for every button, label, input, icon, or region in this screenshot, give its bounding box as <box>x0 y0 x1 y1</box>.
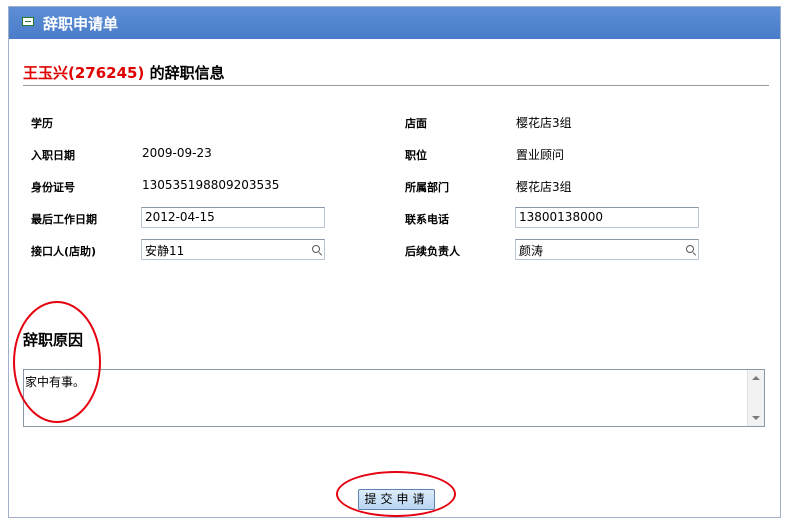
phone-input-value: 13800138000 <box>519 210 603 224</box>
search-icon[interactable] <box>312 245 320 253</box>
education-label: 学历 <box>31 117 53 130</box>
section-header: 王玉兴(276245) 的辞职信息 <box>23 62 769 86</box>
position-label: 职位 <box>405 149 427 162</box>
resignation-window: 辞职申请单 王玉兴(276245) 的辞职信息 学历 店面 樱花店3组 入职日期… <box>8 6 781 518</box>
window-icon <box>22 17 34 26</box>
employee-name: 王玉兴(276245) <box>23 64 145 82</box>
id-number-label: 身份证号 <box>31 181 75 194</box>
join-date-value: 2009-09-23 <box>142 146 212 160</box>
join-date-label: 入职日期 <box>31 149 75 162</box>
textarea-scrollbar[interactable] <box>747 370 764 426</box>
title-bar: 辞职申请单 <box>9 7 780 39</box>
last-work-date-label: 最后工作日期 <box>31 213 97 226</box>
department-value: 樱花店3组 <box>516 180 572 194</box>
id-number-value: 130535198809203535 <box>142 178 280 192</box>
section-header-suffix: 的辞职信息 <box>144 64 225 82</box>
position-value: 置业顾问 <box>516 148 565 162</box>
contact-person-input-value: 安静11 <box>145 244 185 258</box>
last-work-date-input-value: 2012-04-15 <box>145 210 215 224</box>
contact-person-input[interactable]: 安静11 <box>141 239 325 260</box>
phone-input[interactable]: 13800138000 <box>515 207 699 228</box>
resignation-reason-text: 家中有事。 <box>25 375 86 389</box>
phone-label: 联系电话 <box>405 213 449 226</box>
search-icon[interactable] <box>686 245 694 253</box>
resignation-reason-textarea[interactable]: 家中有事。 <box>23 369 765 427</box>
successor-input[interactable]: 颜涛 <box>515 239 699 260</box>
successor-label: 后续负责人 <box>405 245 460 258</box>
scroll-down-icon[interactable] <box>752 416 760 420</box>
submit-application-button[interactable]: 提交申请 <box>358 489 435 510</box>
scroll-up-icon[interactable] <box>752 376 760 380</box>
department-label: 所属部门 <box>405 181 449 194</box>
window-title: 辞职申请单 <box>43 15 119 33</box>
last-work-date-input[interactable]: 2012-04-15 <box>141 207 325 228</box>
store-label: 店面 <box>405 117 427 130</box>
contact-person-label: 接口人(店助) <box>31 245 97 258</box>
resignation-reason-title: 辞职原因 <box>23 331 84 349</box>
successor-input-value: 颜涛 <box>519 244 544 258</box>
store-value: 樱花店3组 <box>516 116 572 130</box>
